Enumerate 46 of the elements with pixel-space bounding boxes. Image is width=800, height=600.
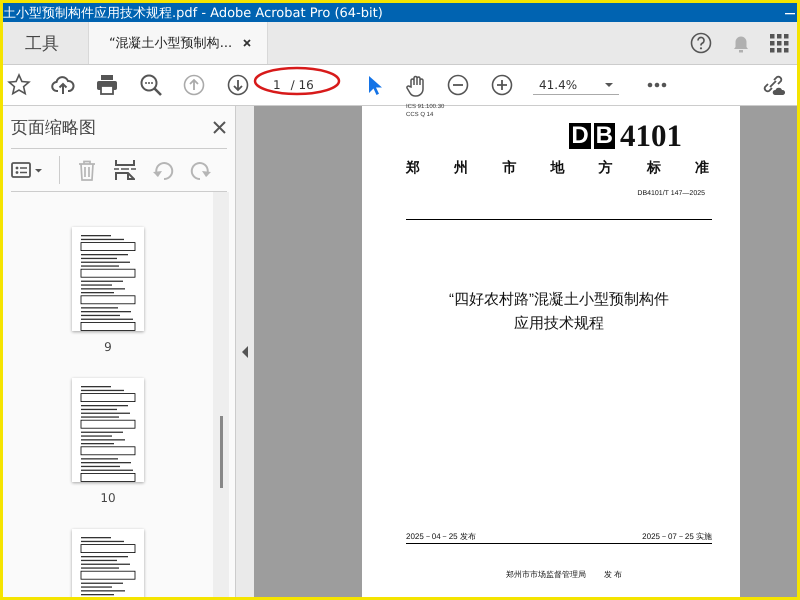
logo-letter: B (594, 123, 615, 149)
issuer: 郑州市市场监督管理局 (506, 569, 586, 580)
page-number: 9 (104, 340, 112, 354)
page-thumbnail[interactable] (72, 227, 144, 331)
authority-char: 准 (694, 159, 709, 177)
page-thumbnail[interactable] (72, 378, 144, 482)
arrow-down-icon[interactable] (227, 74, 249, 96)
insert-page-icon[interactable] (114, 158, 136, 182)
hand-icon[interactable] (405, 74, 427, 96)
authority-char: 方 (598, 159, 613, 177)
window-title: 土小型预制构件应用技术规程.pdf - Adobe Acrobat Pro (64-bit) (3, 4, 383, 22)
close-icon[interactable] (242, 38, 252, 48)
authority-char: 郑 (406, 159, 420, 177)
authority-char: 州 (454, 159, 468, 177)
more-icon[interactable] (647, 82, 668, 88)
options-menu-icon[interactable] (11, 160, 43, 180)
page-number: 10 (100, 491, 116, 505)
issue-date: 2025－04－25 发布 (406, 531, 476, 542)
caret-icon (605, 82, 614, 86)
scrollbar-thumb[interactable] (220, 416, 223, 488)
cloud-upload-icon[interactable] (51, 73, 75, 97)
close-icon[interactable] (212, 120, 227, 134)
zoom-out-icon[interactable] (447, 74, 469, 96)
apps-grid-icon[interactable] (770, 34, 789, 52)
zoom-search-icon[interactable] (139, 73, 163, 97)
zoom-dropdown[interactable]: 41.4% (533, 76, 620, 94)
collapse-arrow-icon[interactable] (242, 346, 248, 358)
help-icon[interactable] (690, 32, 712, 54)
page-number-field[interactable]: 1 (273, 78, 281, 92)
effective-date: 2025－07－25 实施 (642, 531, 712, 542)
authority-char: 标 (646, 159, 661, 177)
issue-label: 发 布 (604, 569, 622, 580)
zoom-in-icon[interactable] (491, 74, 513, 96)
page-count: / 16 (290, 78, 314, 92)
star-icon[interactable] (7, 73, 31, 97)
document-title: “四好农村路”混凝土小型预制构件 (449, 290, 669, 309)
standard-code: 4101 (620, 121, 682, 151)
tab[interactable]: 工具 (3, 22, 88, 64)
logo-letter: D (569, 123, 591, 149)
document-title: 应用技术规程 (514, 314, 604, 333)
link-cloud-icon[interactable] (761, 73, 785, 97)
authority-char: 市 (502, 159, 516, 177)
panel-title: 页面缩略图 (11, 116, 96, 138)
print-icon[interactable] (95, 73, 119, 97)
authority-char: 地 (550, 159, 564, 177)
tab[interactable]: “混凝土小型预制构... (88, 22, 268, 64)
